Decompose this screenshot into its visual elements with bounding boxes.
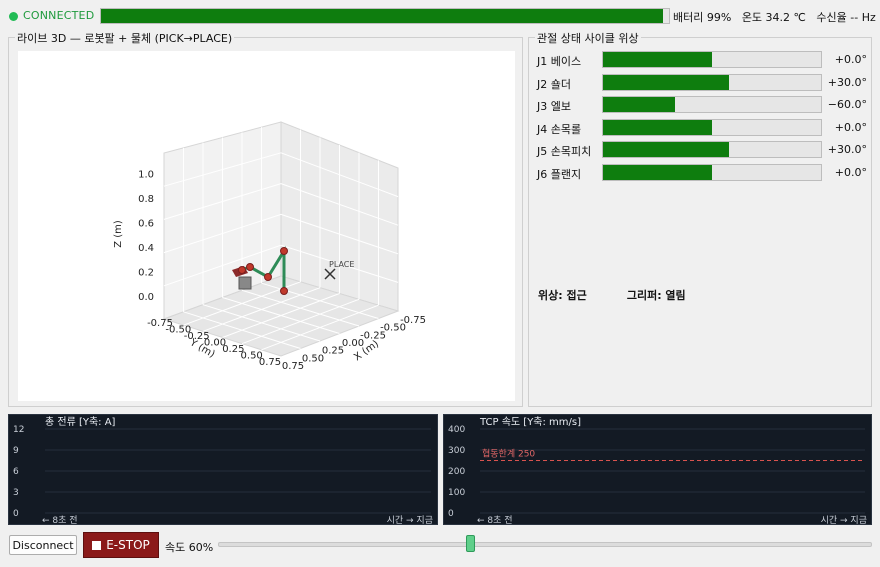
joint-marker-wrist xyxy=(246,263,254,271)
speed-chart-svg: 400 300 200 100 0 TCP 속도 [Y축: mm/s] ← 8초 전 시간 →… xyxy=(448,416,867,526)
y-tick-label: 3 xyxy=(13,488,19,498)
x-left-label: ← 8초 전 xyxy=(477,515,513,526)
joint-bar-fill xyxy=(603,119,712,135)
joint-value: −60.0° xyxy=(827,98,867,111)
joint-marker-flange xyxy=(238,266,246,274)
joint-value: +0.0° xyxy=(834,53,867,66)
y-tick-label: 9 xyxy=(13,446,19,456)
joint-label: J1 베이스 xyxy=(537,55,582,68)
y-tick-label: 6 xyxy=(13,467,19,477)
joint-label: J3 엘보 xyxy=(537,100,571,113)
joint-marker-elbow xyxy=(264,273,272,281)
connection-status: CONNECTED xyxy=(23,9,95,22)
z-tick-label: 0.0 xyxy=(138,292,154,303)
chart-title: TCP 속도 [Y축: mm/s] xyxy=(479,416,581,428)
x-right-label: 시간 → 지금 xyxy=(387,515,433,526)
joint-bar xyxy=(602,141,822,158)
gripper-state: 그리퍼: 열림 xyxy=(626,289,686,302)
z-axis-label: Z (m) xyxy=(113,220,124,248)
place-label: PLACE xyxy=(329,260,354,269)
speed-slider-handle[interactable] xyxy=(466,535,476,552)
joint-row: J6 플랜지 +0.0° xyxy=(537,163,867,182)
y-tick-label: 300 xyxy=(448,446,465,456)
joint-label: J6 플랜지 xyxy=(537,167,582,181)
y-tick-label: 12 xyxy=(13,425,24,435)
joint-label: J4 손목롤 xyxy=(537,122,582,136)
chart-title: 총 전류 [Y축: A] xyxy=(45,416,116,428)
speed-chart: 400 300 200 100 0 TCP 속도 [Y축: mm/s] ← 8초 전 시간 →… xyxy=(443,414,872,526)
z-tick-label: 0.8 xyxy=(138,194,154,205)
joint-value: +0.0° xyxy=(834,165,867,179)
joint-label: J5 손목피치 xyxy=(537,145,592,158)
x-left-label: ← 8초 전 xyxy=(42,515,78,526)
status-bar: CONNECTED 배터리 99% 온도 34.2 ℃ 수신율 -- Hz xyxy=(0,0,880,32)
x-right-label: 시간 → 지금 xyxy=(821,515,867,526)
speed-limit-label: 협동한계 250 xyxy=(482,448,535,460)
joint-label: J2 숄더 xyxy=(537,77,571,91)
pick-object xyxy=(238,276,252,290)
joint-bar-fill xyxy=(603,74,730,90)
x-tick-label: 0.75 xyxy=(282,361,304,372)
y-tick-label: 0.75 xyxy=(259,357,281,368)
joint-marker-shoulder xyxy=(280,247,288,255)
x-tick-label: 0.25 xyxy=(322,346,344,357)
plot-3d-svg[interactable]: Z (m) X (m) Y (m) 0.00.20.40.60.81.00.75… xyxy=(18,51,515,401)
status-readouts: 배터리 99% 온도 34.2 ℃ 수신율 -- Hz xyxy=(673,9,880,25)
joint-bar xyxy=(602,96,822,113)
phase-readout: 위상: 접근 그리퍼: 열림 xyxy=(538,287,686,303)
joint-row: J5 손목피치 +30.0° xyxy=(537,141,867,159)
joint-bar-fill xyxy=(603,97,675,112)
top-progress-fill xyxy=(101,9,664,23)
rx-rate-readout: 수신율 -- Hz xyxy=(816,11,876,24)
temperature-readout: 온도 34.2 ℃ xyxy=(741,11,806,24)
y-tick-label: 0 xyxy=(448,509,454,519)
y-tick-label: 400 xyxy=(448,425,465,435)
z-tick-label: 0.4 xyxy=(138,243,154,254)
joint-row: J4 손목롤 +0.0° xyxy=(537,118,867,137)
current-chart-svg: 12 9 6 3 0 총 전류 [Y축: A] ← 8초 전 시간 → 지금 xyxy=(13,416,433,526)
estop-button[interactable]: E-STOP xyxy=(83,532,159,558)
joint-bar-fill xyxy=(603,142,730,157)
joint-bar xyxy=(602,118,822,136)
top-progress-bar xyxy=(100,8,670,24)
current-chart: 12 9 6 3 0 총 전류 [Y축: A] ← 8초 전 시간 → 지금 xyxy=(8,414,438,526)
plot-3d-canvas[interactable]: Z (m) X (m) Y (m) 0.0 0.2 0.4 0.6 0.8 1.0 0.75… xyxy=(18,51,515,401)
joint-bar xyxy=(602,73,822,91)
stop-icon xyxy=(92,540,102,550)
y-tick-label: 200 xyxy=(448,467,465,477)
z-tick-label: 1.0 xyxy=(138,170,154,181)
speed-slider-track[interactable] xyxy=(218,542,872,547)
joint-bar xyxy=(602,51,822,68)
z-tick-label: 0.2 xyxy=(138,268,154,279)
live-3d-panel: 라이브 3D — 로봇팔 + 물체 (PICK→PLACE) Z (m) X (… xyxy=(8,30,523,407)
joint-bar-fill xyxy=(603,52,712,67)
joint-value: +30.0° xyxy=(827,75,867,89)
joint-row: J3 엘보 −60.0° xyxy=(537,96,867,114)
joint-marker-base xyxy=(280,287,288,295)
x-tick-label: -0.75 xyxy=(400,315,426,326)
joint-status-panel: 관절 상태 사이클 위상 J1 베이스 +0.0° J2 숄더 +30.0° J3 엘보… xyxy=(528,30,872,407)
joint-value: +0.0° xyxy=(834,120,867,134)
disconnect-button[interactable]: Disconnect xyxy=(9,535,77,555)
live-3d-title: 라이브 3D — 로봇팔 + 물체 (PICK→PLACE) xyxy=(15,30,235,46)
joint-row: J1 베이스 +0.0° xyxy=(537,51,867,69)
z-tick-label: 0.6 xyxy=(138,219,154,230)
cycle-phase: 위상: 접근 xyxy=(538,289,587,302)
connection-status-icon xyxy=(9,12,18,21)
speed-label: 속도 60% xyxy=(165,541,214,554)
y-tick-label: 0 xyxy=(13,509,19,519)
y-tick-label: 100 xyxy=(448,488,465,498)
joint-status-title: 관절 상태 사이클 위상 xyxy=(535,30,641,46)
joint-bar xyxy=(602,163,822,181)
joint-value: +30.0° xyxy=(827,143,867,156)
x-tick-label: 0.50 xyxy=(302,353,324,364)
joint-bar-fill xyxy=(603,164,712,180)
estop-label: E-STOP xyxy=(106,538,150,552)
battery-readout: 배터리 99% xyxy=(673,11,732,24)
joint-row: J2 숄더 +30.0° xyxy=(537,73,867,92)
